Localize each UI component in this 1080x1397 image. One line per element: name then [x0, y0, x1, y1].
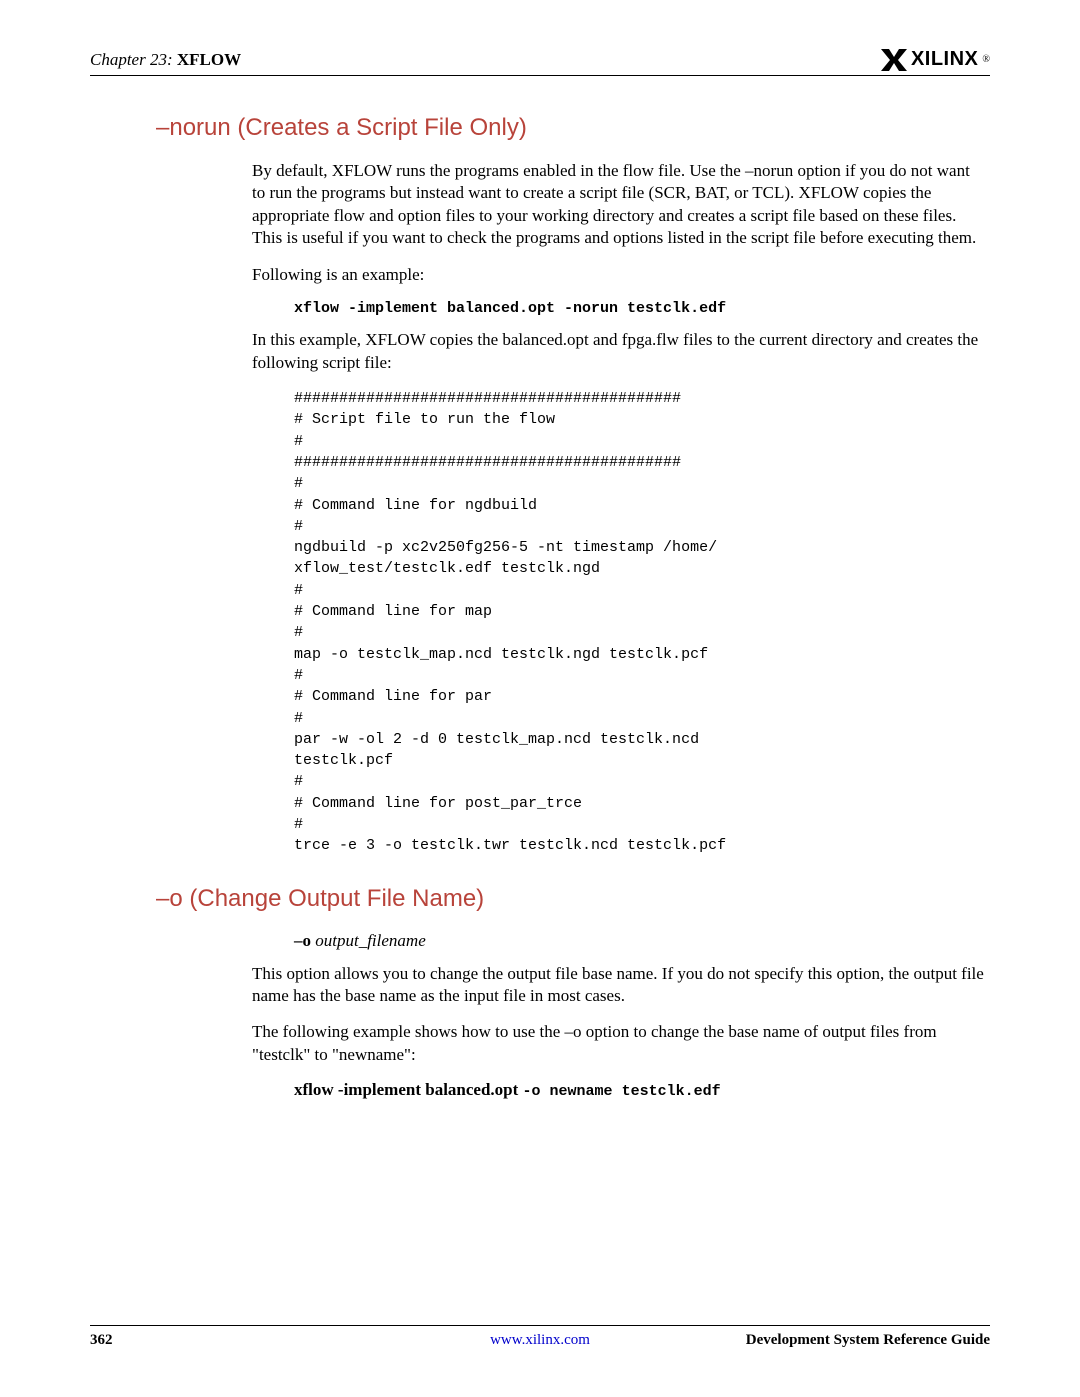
- cmd-o-example: xflow -implement balanced.opt -o newname…: [294, 1080, 984, 1100]
- script-file-output: ########################################…: [294, 388, 984, 857]
- footer-url-link[interactable]: www.xilinx.com: [490, 1332, 590, 1349]
- logo-text: XILINX: [911, 48, 978, 71]
- chapter-label: Chapter 23: XFLOW: [90, 50, 241, 70]
- section-o-body: –o output_filename This option allows yo…: [252, 931, 984, 1101]
- footer-guide-title: Development System Reference Guide: [746, 1332, 990, 1349]
- section-heading-norun: –norun (Creates a Script File Only): [156, 114, 990, 142]
- syntax-flag: –o: [294, 931, 311, 950]
- page-footer: 362 www.xilinx.com Development System Re…: [90, 1325, 990, 1349]
- chapter-title: XFLOW: [177, 50, 241, 69]
- chapter-prefix: Chapter 23:: [90, 50, 173, 69]
- xilinx-logo-icon: [881, 49, 907, 71]
- para-o-1: This option allows you to change the out…: [252, 963, 984, 1008]
- xilinx-logo: XILINX ®: [881, 48, 990, 71]
- para-norun-3: In this example, XFLOW copies the balanc…: [252, 329, 984, 374]
- cmd-o-serif-part: xflow -implement balanced.opt: [294, 1080, 523, 1099]
- para-norun-1: By default, XFLOW runs the programs enab…: [252, 160, 984, 250]
- cmd-norun-example: xflow -implement balanced.opt -norun tes…: [294, 300, 984, 317]
- section-norun-body: By default, XFLOW runs the programs enab…: [252, 160, 984, 857]
- page-header: Chapter 23: XFLOW XILINX ®: [90, 48, 990, 76]
- para-o-2: The following example shows how to use t…: [252, 1021, 984, 1066]
- para-norun-2: Following is an example:: [252, 264, 984, 286]
- logo-registered-icon: ®: [982, 54, 990, 65]
- page-number: 362: [90, 1332, 113, 1349]
- syntax-arg: output_filename: [315, 931, 425, 950]
- cmd-o-mono-part: -o newname testclk.edf: [523, 1083, 721, 1100]
- syntax-o: –o output_filename: [294, 931, 984, 951]
- section-heading-o: –o (Change Output File Name): [156, 885, 990, 913]
